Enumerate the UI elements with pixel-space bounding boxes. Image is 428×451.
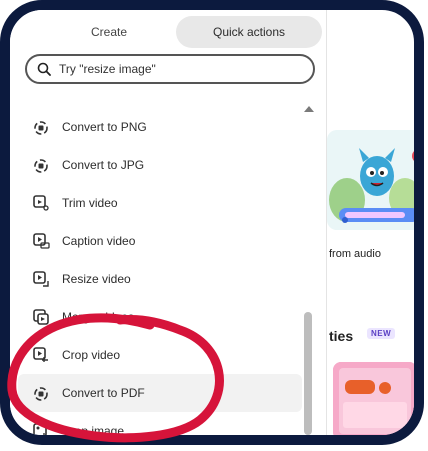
list-item-label: Caption video <box>62 234 136 248</box>
list-item-convert-to-png[interactable]: Convert to PNG <box>18 108 302 146</box>
list-item-crop-image[interactable]: Crop image <box>18 412 302 438</box>
rounded-frame: Create Quick actions Try "resize image" … <box>0 0 424 445</box>
image-convert-icon <box>34 159 48 173</box>
search-placeholder: Try "resize image" <box>59 62 156 76</box>
list-item-label: Crop video <box>62 348 121 362</box>
list-item-label: Convert to PNG <box>62 120 147 134</box>
feature-caption: from audio <box>329 248 381 260</box>
list-item-label: Convert to PDF <box>62 386 145 400</box>
new-badge: NEW <box>367 328 396 339</box>
feature-thumbnail[interactable] <box>327 130 414 230</box>
scrollbar-thumb[interactable] <box>304 312 312 435</box>
template-preview-illustration <box>333 362 414 435</box>
tab-quick-actions[interactable]: Quick actions <box>176 16 322 48</box>
search-input[interactable]: Try "resize image" <box>25 54 315 84</box>
search-icon <box>37 62 51 76</box>
video-crop-icon <box>33 347 48 362</box>
quick-actions-panel: Create Quick actions Try "resize image" … <box>10 10 327 435</box>
video-caption-icon <box>33 233 50 249</box>
video-resize-icon <box>33 271 49 287</box>
list-item-trim-video[interactable]: Trim video <box>18 184 302 222</box>
list-item-label: Convert to JPG <box>62 158 145 172</box>
list-item-caption-video[interactable]: Caption video <box>18 222 302 260</box>
video-trim-icon <box>33 195 49 211</box>
section-title: ties <box>329 328 354 344</box>
pdf-convert-icon <box>34 387 48 401</box>
list-item-label: Merge videos <box>62 310 135 324</box>
image-convert-icon <box>34 121 48 135</box>
list-item-label: Resize video <box>62 272 131 286</box>
main-content-peek: from audio ties NEW <box>327 10 414 435</box>
image-crop-icon <box>33 423 47 435</box>
scroll-up-arrow-icon[interactable] <box>304 106 314 112</box>
list-item-label: Trim video <box>62 196 118 210</box>
video-merge-icon <box>33 309 49 325</box>
list-item-convert-to-jpg[interactable]: Convert to JPG <box>18 146 302 184</box>
list-item-label: Crop image <box>62 424 125 438</box>
list-item-convert-to-pdf[interactable]: Convert to PDF <box>18 374 302 412</box>
list-item-merge-videos[interactable]: Merge videos <box>18 298 302 336</box>
tab-create[interactable]: Create <box>54 16 164 48</box>
list-item-crop-video[interactable]: Crop video <box>18 336 302 374</box>
template-card[interactable] <box>333 362 414 435</box>
monster-character-illustration <box>327 130 414 230</box>
list-item-resize-video[interactable]: Resize video <box>18 260 302 298</box>
